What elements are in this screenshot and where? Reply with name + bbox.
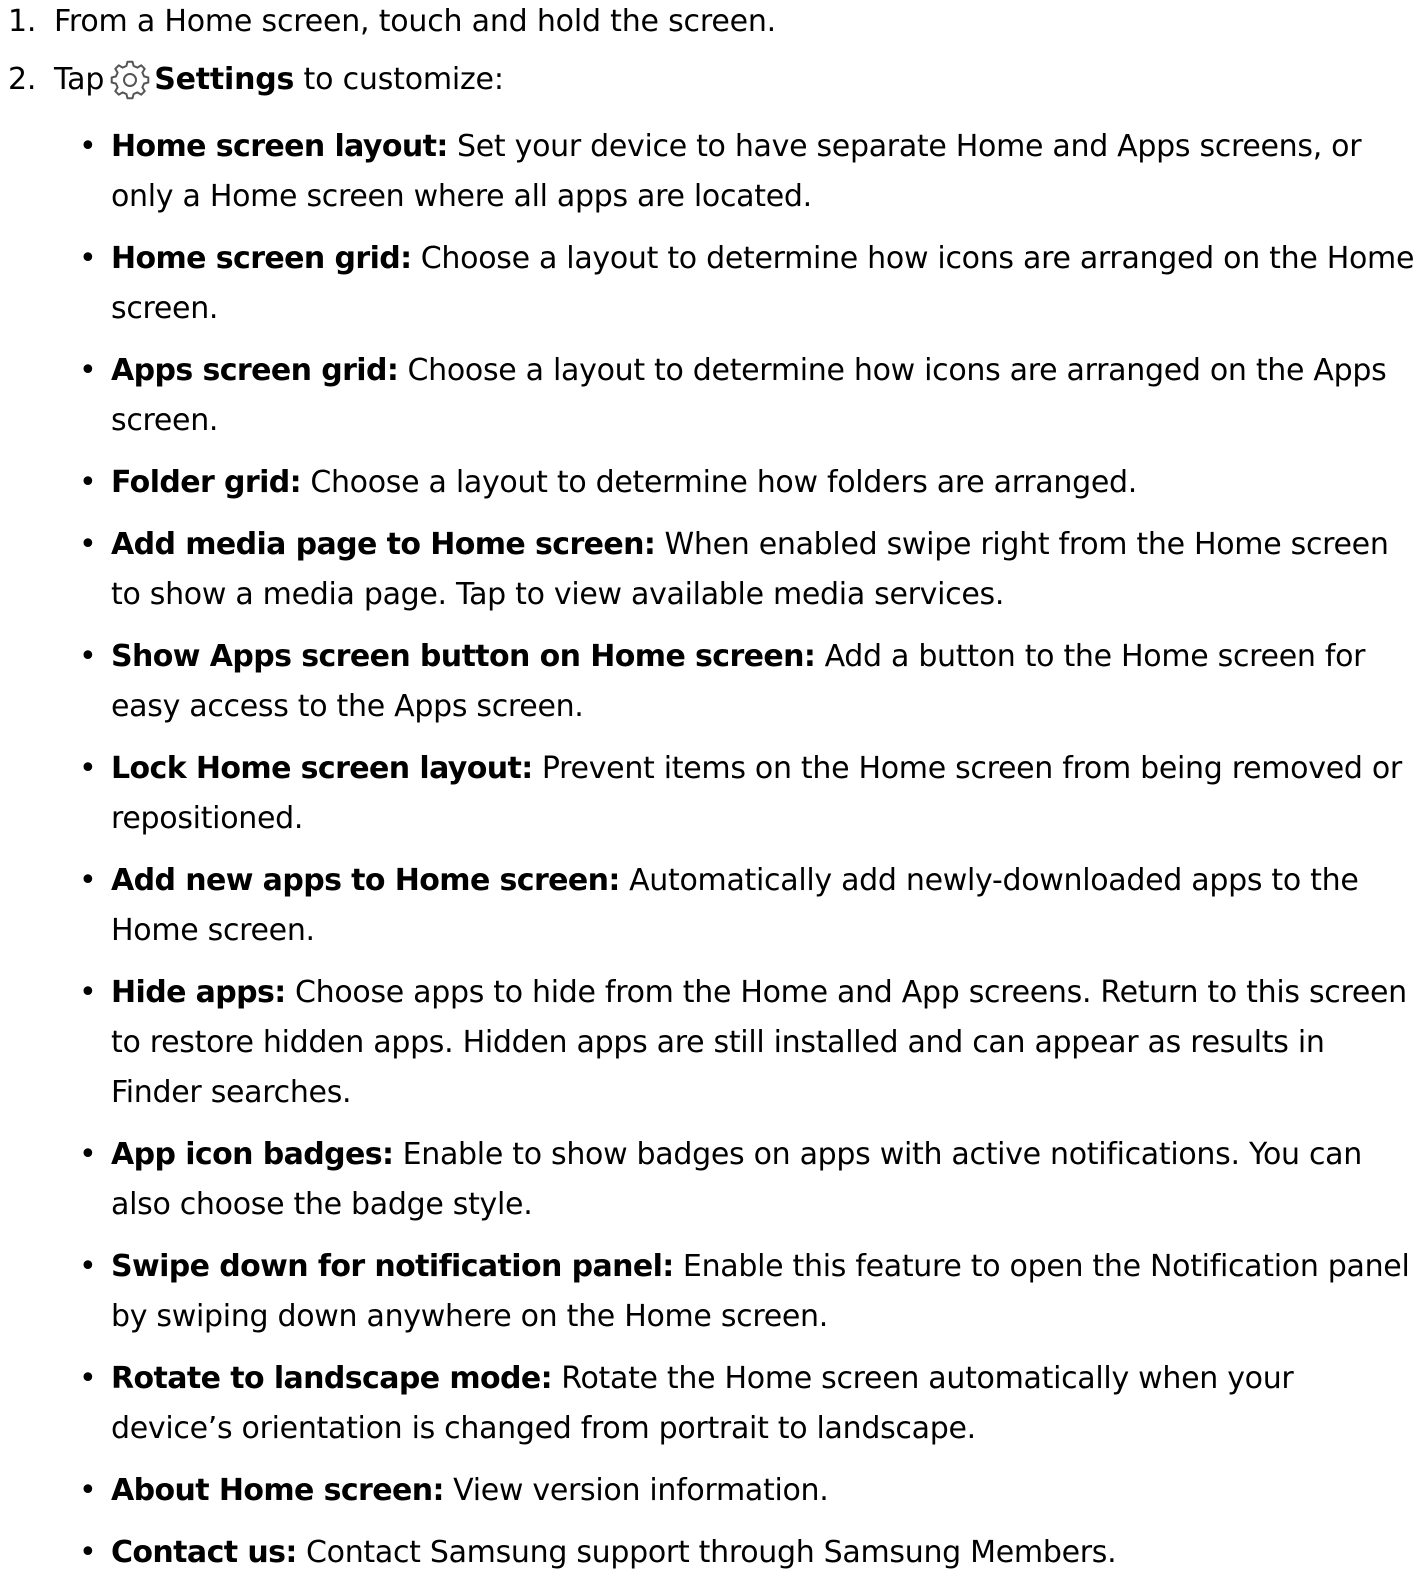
bullet-dot: • <box>79 465 97 500</box>
step-number: 1. <box>8 4 37 39</box>
setting-term: Show Apps screen button on Home screen: <box>111 639 816 674</box>
list-item: • Swipe down for notification panel: Enab… <box>75 1242 1415 1342</box>
setting-term: Swipe down for notification panel: <box>111 1249 674 1284</box>
list-item: • Folder grid: Choose a layout to determi… <box>75 458 1415 508</box>
bullet-dot: • <box>79 353 97 388</box>
step-2: 2. Tap Settings to customize: <box>0 60 504 100</box>
bullet-dot: • <box>79 1473 97 1508</box>
list-item: • App icon badges: Enable to show badges … <box>75 1130 1415 1230</box>
bullet-dot: • <box>79 639 97 674</box>
setting-term: Lock Home screen layout: <box>111 751 533 786</box>
list-item: • Contact us: Contact Samsung support thr… <box>75 1528 1415 1578</box>
setting-description: Contact Samsung support through Samsung … <box>306 1535 1117 1570</box>
setting-term: About Home screen: <box>111 1473 445 1508</box>
settings-options-list: • Home screen layout: Set your device to … <box>75 122 1415 1590</box>
list-item: • Home screen layout: Set your device to … <box>75 122 1415 222</box>
setting-term: Hide apps: <box>111 975 286 1010</box>
list-item: • About Home screen: View version informa… <box>75 1466 1415 1516</box>
setting-term: Folder grid: <box>111 465 302 500</box>
bullet-dot: • <box>79 1361 97 1396</box>
instructions-document: 1. From a Home screen, touch and hold the… <box>0 0 1428 1570</box>
list-item: • Show Apps screen button on Home screen:… <box>75 632 1415 732</box>
setting-term: Apps screen grid: <box>111 353 399 388</box>
step-text: From a Home screen, touch and hold the s… <box>54 4 776 39</box>
setting-term: Add new apps to Home screen: <box>111 863 620 898</box>
step-prefix: Tap <box>54 62 105 97</box>
list-item: • Home screen grid: Choose a layout to de… <box>75 234 1415 334</box>
step-suffix: to customize: <box>303 62 504 97</box>
setting-term: Contact us: <box>111 1535 297 1570</box>
setting-term: Home screen grid: <box>111 241 412 276</box>
bullet-dot: • <box>79 1137 97 1172</box>
list-item: • Rotate to landscape mode: Rotate the Ho… <box>75 1354 1415 1454</box>
setting-description: Choose apps to hide from the Home and Ap… <box>111 975 1407 1110</box>
settings-label: Settings <box>154 62 295 97</box>
bullet-dot: • <box>79 527 97 562</box>
bullet-dot: • <box>79 751 97 786</box>
setting-term: Rotate to landscape mode: <box>111 1361 553 1396</box>
setting-term: Home screen layout: <box>111 129 448 164</box>
bullet-dot: • <box>79 129 97 164</box>
list-item: • Hide apps: Choose apps to hide from the… <box>75 968 1415 1118</box>
gear-icon <box>108 60 152 100</box>
bullet-dot: • <box>79 241 97 276</box>
bullet-dot: • <box>79 1249 97 1284</box>
list-item: • Lock Home screen layout: Prevent items … <box>75 744 1415 844</box>
setting-term: Add media page to Home screen: <box>111 527 656 562</box>
list-item: • Apps screen grid: Choose a layout to de… <box>75 346 1415 446</box>
bullet-dot: • <box>79 975 97 1010</box>
bullet-dot: • <box>79 1535 97 1570</box>
step-1: 1. From a Home screen, touch and hold the… <box>0 2 776 42</box>
list-item: • Add new apps to Home screen: Automatica… <box>75 856 1415 956</box>
setting-description: Choose a layout to determine how folders… <box>310 465 1137 500</box>
setting-term: App icon badges: <box>111 1137 394 1172</box>
step-number: 2. <box>8 62 37 97</box>
setting-description: View version information. <box>453 1473 829 1508</box>
bullet-dot: • <box>79 863 97 898</box>
list-item: • Add media page to Home screen: When ena… <box>75 520 1415 620</box>
